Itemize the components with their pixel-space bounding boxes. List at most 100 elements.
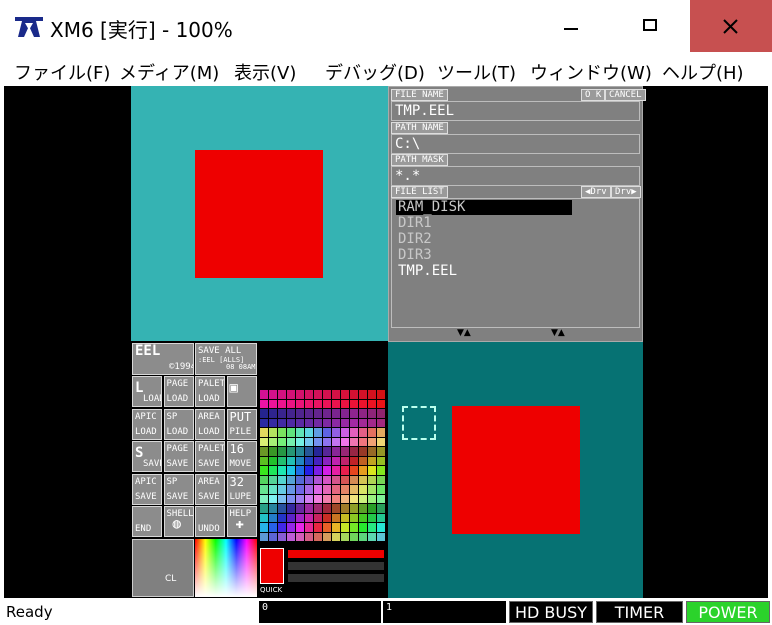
palette-cell[interactable]	[332, 513, 340, 522]
tool-small-grid[interactable]	[132, 539, 194, 597]
palette-grid[interactable]	[260, 390, 386, 542]
palette-cell[interactable]	[278, 466, 286, 475]
palette-cell[interactable]	[377, 437, 385, 446]
palette-cell[interactable]	[305, 494, 313, 503]
palette-cell[interactable]	[260, 494, 268, 503]
file-item-ram-disk[interactable]: RAM_DISK	[398, 199, 465, 215]
palette-cell[interactable]	[305, 466, 313, 475]
menu-tools[interactable]: ツール(T)	[437, 59, 516, 85]
palette-cell[interactable]	[332, 428, 340, 437]
file-item-dir1[interactable]: DIR1	[398, 215, 432, 231]
palette-cell[interactable]	[305, 409, 313, 418]
palette-cell[interactable]	[341, 513, 349, 522]
drive-next-button[interactable]: Drv▶	[611, 186, 641, 198]
palette-cell[interactable]	[323, 418, 331, 427]
palette-cell[interactable]	[296, 494, 304, 503]
palette-cell[interactable]	[359, 523, 367, 532]
palette-cell[interactable]	[332, 409, 340, 418]
tool-button-8[interactable]: SSAVE	[132, 441, 162, 472]
palette-cell[interactable]	[287, 485, 295, 494]
palette-cell[interactable]	[278, 456, 286, 465]
palette-cell[interactable]	[341, 418, 349, 427]
palette-cell[interactable]	[350, 418, 358, 427]
palette-cell[interactable]	[260, 475, 268, 484]
palette-cell[interactable]	[341, 466, 349, 475]
palette-cell[interactable]	[350, 504, 358, 513]
palette-cell[interactable]	[260, 418, 268, 427]
palette-cell[interactable]	[377, 447, 385, 456]
palette-cell[interactable]	[368, 456, 376, 465]
palette-cell[interactable]	[260, 456, 268, 465]
palette-cell[interactable]	[323, 437, 331, 446]
palette-cell[interactable]	[341, 428, 349, 437]
palette-cell[interactable]	[278, 494, 286, 503]
palette-cell[interactable]	[287, 390, 295, 399]
palette-cell[interactable]	[332, 466, 340, 475]
palette-cell[interactable]	[341, 532, 349, 541]
palette-cell[interactable]	[359, 532, 367, 541]
palette-cell[interactable]	[260, 485, 268, 494]
palette-cell[interactable]	[350, 409, 358, 418]
tool-button-6[interactable]: AREA LOAD	[195, 408, 225, 440]
file-list[interactable]: RAM_DISK DIR1 DIR2 DIR3 TMP.EEL	[391, 198, 640, 328]
palette-cell[interactable]	[359, 504, 367, 513]
palette-cell[interactable]	[260, 390, 268, 399]
palette-cell[interactable]	[296, 437, 304, 446]
palette-cell[interactable]	[368, 428, 376, 437]
palette-cell[interactable]	[305, 428, 313, 437]
palette-cell[interactable]	[296, 447, 304, 456]
menu-media[interactable]: メディア(M)	[119, 59, 219, 85]
menu-window[interactable]: ウィンドウ(W)	[530, 59, 652, 85]
tool-button-0[interactable]: LLOAD	[132, 376, 162, 407]
palette-cell[interactable]	[287, 513, 295, 522]
emulator-screen[interactable]: FILE NAME O K CANCEL TMP.EEL PATH NAME C…	[4, 86, 768, 598]
cancel-button[interactable]: CANCEL	[605, 89, 646, 101]
palette-cell[interactable]	[305, 399, 313, 408]
palette-cell[interactable]	[269, 466, 277, 475]
palette-cell[interactable]	[359, 390, 367, 399]
palette-cell[interactable]	[368, 447, 376, 456]
palette-cell[interactable]	[260, 513, 268, 522]
palette-cell[interactable]	[323, 485, 331, 494]
palette-cell[interactable]	[368, 437, 376, 446]
canvas-main[interactable]	[388, 342, 643, 598]
palette-cell[interactable]	[269, 390, 277, 399]
palette-cell[interactable]	[305, 475, 313, 484]
palette-cell[interactable]	[296, 504, 304, 513]
file-name-field[interactable]: TMP.EEL	[391, 101, 640, 121]
palette-cell[interactable]	[314, 418, 322, 427]
palette-cell[interactable]	[305, 485, 313, 494]
file-item-tmp-eel[interactable]: TMP.EEL	[398, 263, 457, 279]
palette-cell[interactable]	[359, 399, 367, 408]
rgb-slider-g[interactable]	[288, 562, 384, 570]
palette-cell[interactable]	[359, 409, 367, 418]
palette-cell[interactable]	[350, 523, 358, 532]
palette-cell[interactable]	[278, 475, 286, 484]
palette-cell[interactable]	[314, 399, 322, 408]
path-mask-field[interactable]: *.*	[391, 166, 640, 186]
palette-cell[interactable]	[296, 466, 304, 475]
menu-view[interactable]: 表示(V)	[234, 59, 296, 85]
palette-cell[interactable]	[269, 475, 277, 484]
palette-cell[interactable]	[368, 494, 376, 503]
palette-cell[interactable]	[359, 466, 367, 475]
tool-button-12[interactable]: APIC SAVE	[132, 473, 162, 505]
palette-cell[interactable]	[269, 485, 277, 494]
palette-cell[interactable]	[359, 494, 367, 503]
palette-cell[interactable]	[314, 447, 322, 456]
maximize-button[interactable]	[610, 0, 690, 52]
palette-cell[interactable]	[314, 409, 322, 418]
palette-cell[interactable]	[368, 504, 376, 513]
palette-cell[interactable]	[278, 428, 286, 437]
palette-cell[interactable]	[341, 447, 349, 456]
palette-cell[interactable]	[323, 494, 331, 503]
palette-cell[interactable]	[296, 523, 304, 532]
tool-button-5[interactable]: SP LOAD	[163, 408, 194, 440]
current-color-swatch[interactable]	[260, 548, 284, 584]
ok-button[interactable]: O K	[581, 89, 606, 101]
tool-button-7[interactable]: PUT PILE	[226, 408, 257, 440]
palette-cell[interactable]	[332, 399, 340, 408]
palette-cell[interactable]	[305, 523, 313, 532]
palette-cell[interactable]	[305, 504, 313, 513]
palette-cell[interactable]	[350, 494, 358, 503]
